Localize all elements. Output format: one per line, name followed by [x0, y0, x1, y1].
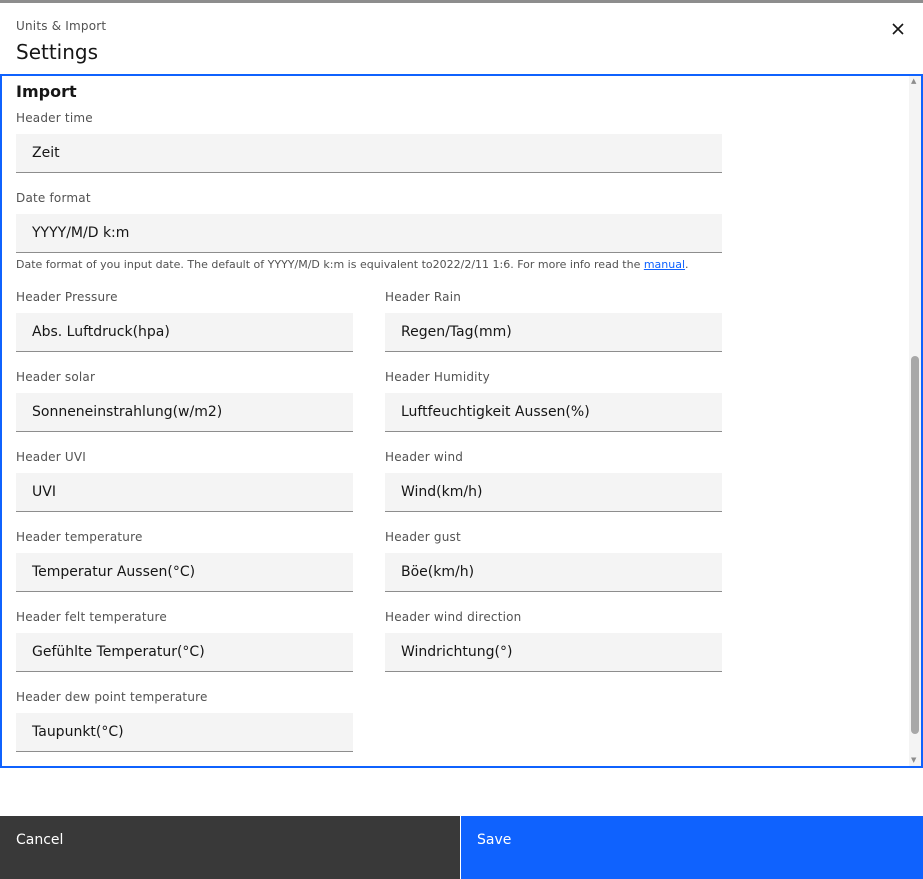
header-uvi-value: UVI — [32, 484, 56, 500]
header-temperature-value: Temperatur Aussen(°C) — [32, 564, 196, 580]
date-format-helper: Date format of you input date. The defau… — [16, 258, 689, 271]
header-gust-input[interactable]: Böe(km/h) — [385, 553, 722, 592]
header-gust-label: Header gust — [385, 530, 461, 544]
header-solar-value: Sonneneinstrahlung(w/m2) — [32, 404, 223, 420]
header-uvi-input[interactable]: UVI — [16, 473, 353, 512]
header-solar-input[interactable]: Sonneneinstrahlung(w/m2) — [16, 393, 353, 432]
header-time-label: Header time — [16, 111, 93, 125]
cancel-button[interactable]: Cancel — [0, 816, 460, 879]
scroll-thumb[interactable] — [911, 356, 919, 734]
header-rain-input[interactable]: Regen/Tag(mm) — [385, 313, 722, 352]
header-gust-value: Böe(km/h) — [401, 564, 475, 580]
manual-link[interactable]: manual — [644, 258, 685, 271]
header-wind-value: Wind(km/h) — [401, 484, 483, 500]
header-humidity-value: Luftfeuchtigkeit Aussen(%) — [401, 404, 590, 420]
modal-header: Units & Import Settings — [0, 3, 923, 74]
header-wind-direction-label: Header wind direction — [385, 610, 522, 624]
date-format-input[interactable]: YYYY/M/D k:m — [16, 214, 722, 253]
close-button[interactable] — [878, 17, 918, 41]
header-pressure-value: Abs. Luftdruck(hpa) — [32, 324, 170, 340]
header-dew-point-value: Taupunkt(°C) — [32, 724, 124, 740]
header-solar-label: Header solar — [16, 370, 96, 384]
header-felt-temperature-input[interactable]: Gefühlte Temperatur(°C) — [16, 633, 353, 672]
helper-suffix: . — [685, 258, 689, 271]
header-dew-point-label: Header dew point temperature — [16, 690, 208, 704]
date-format-label: Date format — [16, 191, 91, 205]
date-format-value: YYYY/M/D k:m — [32, 225, 130, 241]
header-pressure-label: Header Pressure — [16, 290, 118, 304]
header-wind-input[interactable]: Wind(km/h) — [385, 473, 722, 512]
header-felt-temperature-value: Gefühlte Temperatur(°C) — [32, 644, 205, 660]
header-dew-point-input[interactable]: Taupunkt(°C) — [16, 713, 353, 752]
section-title: Import — [16, 82, 77, 101]
save-button[interactable]: Save — [461, 816, 923, 879]
header-humidity-input[interactable]: Luftfeuchtigkeit Aussen(%) — [385, 393, 722, 432]
cancel-button-label: Cancel — [16, 832, 64, 848]
header-humidity-label: Header Humidity — [385, 370, 490, 384]
header-rain-label: Header Rain — [385, 290, 462, 304]
header-wind-label: Header wind — [385, 450, 464, 464]
header-rain-value: Regen/Tag(mm) — [401, 324, 512, 340]
modal-footer: Cancel Save — [0, 816, 923, 879]
save-button-label: Save — [477, 832, 512, 848]
content-scrollbar[interactable]: ▲ ▼ — [909, 76, 921, 766]
header-uvi-label: Header UVI — [16, 450, 87, 464]
header-felt-temperature-label: Header felt temperature — [16, 610, 167, 624]
header-wind-direction-value: Windrichtung(°) — [401, 644, 513, 660]
close-icon — [892, 23, 904, 35]
header-temperature-input[interactable]: Temperatur Aussen(°C) — [16, 553, 353, 592]
header-wind-direction-input[interactable]: Windrichtung(°) — [385, 633, 722, 672]
header-time-input[interactable]: Zeit — [16, 134, 722, 173]
scroll-up-icon[interactable]: ▲ — [911, 77, 916, 85]
modal-content: Import Header time Zeit Date format YYYY… — [0, 74, 923, 768]
header-time-value: Zeit — [32, 145, 60, 161]
header-temperature-label: Header temperature — [16, 530, 143, 544]
helper-text: Date format of you input date. The defau… — [16, 258, 644, 271]
header-pressure-input[interactable]: Abs. Luftdruck(hpa) — [16, 313, 353, 352]
scroll-down-icon[interactable]: ▼ — [911, 756, 916, 764]
modal-title: Settings — [16, 40, 99, 64]
modal-label: Units & Import — [16, 19, 107, 33]
